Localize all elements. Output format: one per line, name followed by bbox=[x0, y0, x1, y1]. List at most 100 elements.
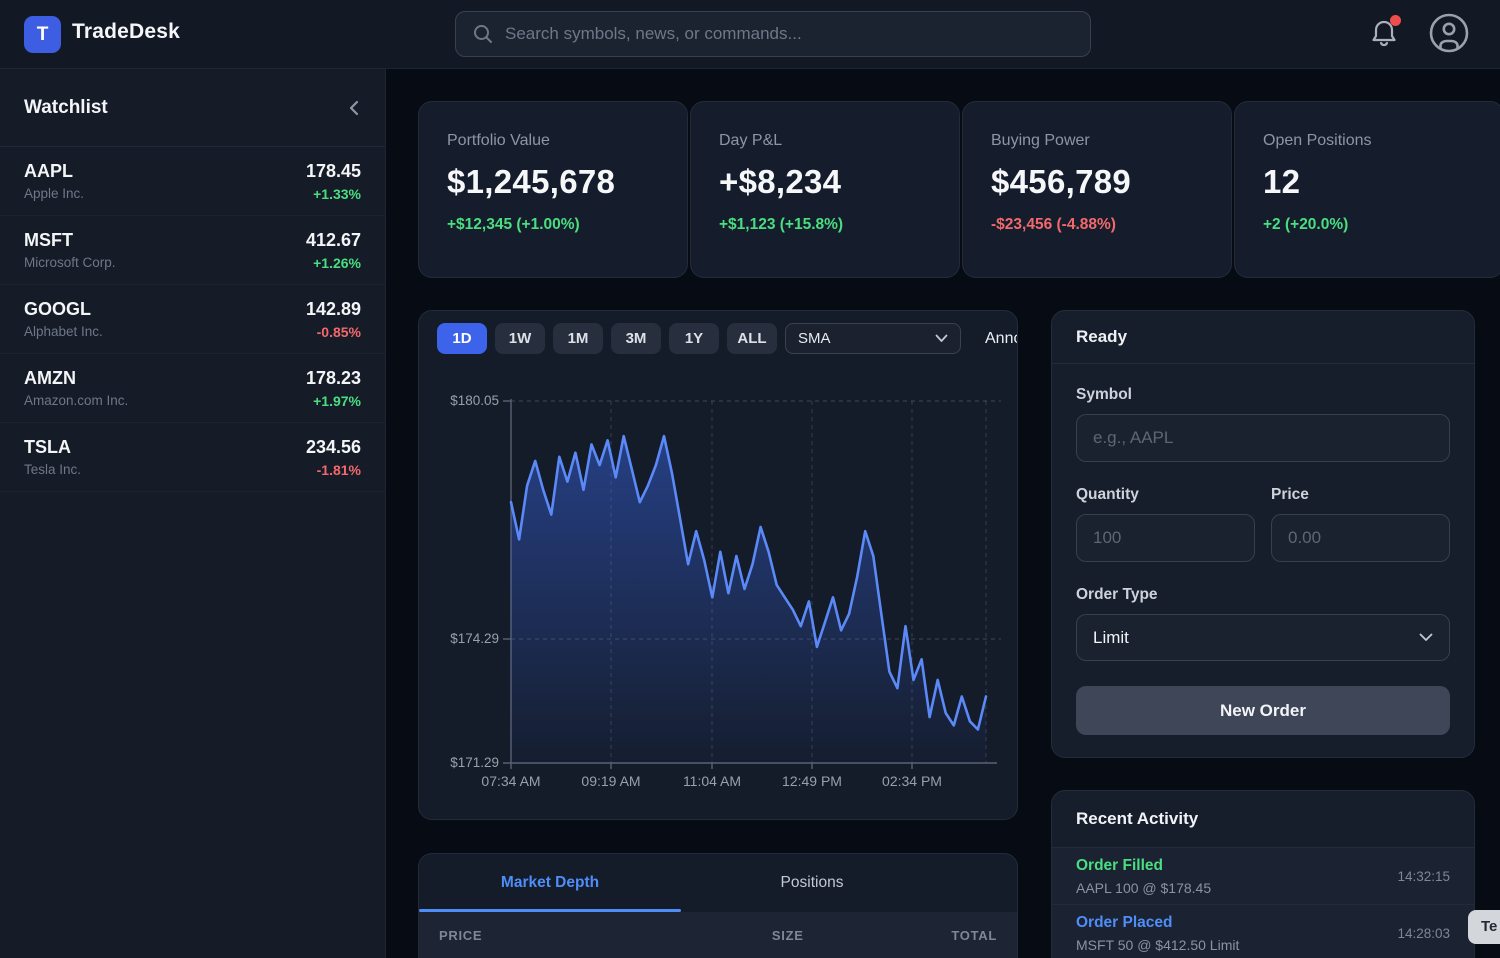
company-name: Microsoft Corp. bbox=[24, 255, 116, 270]
activity-row-order-placed[interactable]: Order Placed MSFT 50 @ $412.50 Limit 14:… bbox=[1052, 905, 1474, 958]
x-axis-tick-label: 09:19 AM bbox=[566, 773, 656, 789]
search-icon bbox=[472, 23, 494, 45]
activity-event-detail: MSFT 50 @ $412.50 Limit bbox=[1076, 937, 1239, 953]
ticker-change: +1.33% bbox=[306, 186, 361, 202]
company-name: Alphabet Inc. bbox=[24, 324, 103, 339]
stat-label: Open Positions bbox=[1263, 132, 1475, 150]
ticker-symbol: AAPL bbox=[24, 161, 84, 182]
ticker-symbol: TSLA bbox=[24, 437, 81, 458]
stat-label: Day P&L bbox=[719, 132, 931, 150]
company-name: Amazon.com Inc. bbox=[24, 393, 128, 408]
timeframe-button-1d[interactable]: 1D bbox=[437, 323, 487, 354]
ticker-change: +1.26% bbox=[306, 255, 361, 271]
collapse-sidebar-icon[interactable] bbox=[347, 99, 361, 117]
global-search[interactable] bbox=[455, 11, 1091, 57]
timeframe-button-all[interactable]: ALL bbox=[727, 323, 777, 354]
watchlist-row-aapl[interactable]: AAPL Apple Inc. 178.45 +1.33% bbox=[0, 147, 385, 216]
column-header-price: PRICE bbox=[439, 928, 718, 943]
ticker-price: 178.23 bbox=[306, 368, 361, 389]
stat-card-buying-power: Buying Power $456,789 -$23,456 (-4.88%) bbox=[962, 101, 1232, 278]
symbol-label: Symbol bbox=[1076, 386, 1450, 404]
order-type-selected-value: Limit bbox=[1093, 628, 1129, 648]
timeframe-button-3m[interactable]: 3M bbox=[611, 323, 661, 354]
order-status: Ready bbox=[1052, 311, 1474, 364]
activity-event-detail: AAPL 100 @ $178.45 bbox=[1076, 880, 1211, 896]
price-chart-card: 1D 1W 1M 3M 1Y ALL SMA Anno $180.05 $174… bbox=[418, 310, 1018, 820]
ticker-price: 178.45 bbox=[306, 161, 361, 182]
ticker-symbol: GOOGL bbox=[24, 299, 103, 320]
ticker-symbol: AMZN bbox=[24, 368, 128, 389]
watchlist-row-googl[interactable]: GOOGL Alphabet Inc. 142.89 -0.85% bbox=[0, 285, 385, 354]
quantity-input[interactable] bbox=[1076, 514, 1255, 562]
tab-positions[interactable]: Positions bbox=[681, 854, 943, 912]
price-input[interactable] bbox=[1271, 514, 1450, 562]
stat-value: 12 bbox=[1263, 163, 1475, 201]
column-header-size: SIZE bbox=[718, 928, 858, 943]
watchlist-sidebar: Watchlist AAPL Apple Inc. 178.45 +1.33% MS… bbox=[0, 69, 386, 958]
stat-value: +$8,234 bbox=[719, 163, 931, 201]
stat-card-open-positions: Open Positions 12 +2 (+20.0%) bbox=[1234, 101, 1500, 278]
recent-activity-title: Recent Activity bbox=[1052, 791, 1474, 848]
stat-card-portfolio-value: Portfolio Value $1,245,678 +$12,345 (+1.… bbox=[418, 101, 688, 278]
new-order-button[interactable]: New Order bbox=[1076, 686, 1450, 735]
app-title: TradeDesk bbox=[72, 20, 180, 44]
toast-notification[interactable]: Te bbox=[1468, 910, 1500, 944]
user-avatar-icon[interactable] bbox=[1428, 12, 1470, 54]
x-axis-tick-label: 12:49 PM bbox=[767, 773, 857, 789]
market-depth-card: Market Depth Positions PRICE SIZE TOTAL bbox=[418, 853, 1018, 958]
annotate-button[interactable]: Anno bbox=[985, 330, 1018, 348]
watchlist-title: Watchlist bbox=[24, 97, 108, 119]
activity-timestamp: 14:32:15 bbox=[1397, 869, 1450, 884]
ticker-change: -0.85% bbox=[306, 324, 361, 340]
activity-row-order-filled[interactable]: Order Filled AAPL 100 @ $178.45 14:32:15 bbox=[1052, 848, 1474, 905]
order-type-select[interactable]: Limit bbox=[1076, 614, 1450, 661]
stat-label: Buying Power bbox=[991, 132, 1203, 150]
watchlist-row-msft[interactable]: MSFT Microsoft Corp. 412.67 +1.26% bbox=[0, 216, 385, 285]
watchlist-row-amzn[interactable]: AMZNAmazon.com Inc. 178.23+1.97% bbox=[0, 354, 385, 423]
tradedesk-app: T TradeDesk Watchlist AAPL Apple Inc. 178… bbox=[0, 0, 1500, 958]
stat-value: $1,245,678 bbox=[447, 163, 659, 201]
ticker-symbol: MSFT bbox=[24, 230, 116, 251]
notification-badge-dot bbox=[1390, 15, 1401, 26]
tab-market-depth[interactable]: Market Depth bbox=[419, 854, 681, 912]
quantity-label: Quantity bbox=[1076, 486, 1255, 504]
depth-table-header: PRICE SIZE TOTAL bbox=[419, 912, 1017, 958]
recent-activity-card: Recent Activity Order Filled AAPL 100 @ … bbox=[1051, 790, 1475, 958]
column-header-total: TOTAL bbox=[858, 928, 998, 943]
stat-change: +2 (+20.0%) bbox=[1263, 216, 1475, 234]
activity-event-title: Order Placed bbox=[1076, 914, 1239, 932]
indicator-select[interactable]: SMA bbox=[785, 323, 961, 354]
search-input[interactable] bbox=[505, 24, 1074, 44]
activity-timestamp: 14:28:03 bbox=[1397, 926, 1450, 941]
timeframe-button-1y[interactable]: 1Y bbox=[669, 323, 719, 354]
ticker-price: 234.56 bbox=[306, 437, 361, 458]
logo-letter: T bbox=[37, 24, 49, 46]
order-type-label: Order Type bbox=[1076, 586, 1450, 604]
stat-card-day-pnl: Day P&L +$8,234 +$1,123 (+15.8%) bbox=[690, 101, 960, 278]
order-entry-panel: Ready Symbol Quantity Price Order Type L… bbox=[1051, 310, 1475, 758]
stat-label: Portfolio Value bbox=[447, 132, 659, 150]
chevron-down-icon bbox=[935, 334, 948, 343]
x-axis-tick-label: 02:34 PM bbox=[867, 773, 957, 789]
company-name: Tesla Inc. bbox=[24, 462, 81, 477]
symbol-input[interactable] bbox=[1076, 414, 1450, 462]
timeframe-button-1w[interactable]: 1W bbox=[495, 323, 545, 354]
timeframe-button-1m[interactable]: 1M bbox=[553, 323, 603, 354]
company-name: Apple Inc. bbox=[24, 186, 84, 201]
watchlist-header: Watchlist bbox=[0, 69, 385, 147]
watchlist-row-tsla[interactable]: TSLA Tesla Inc. 234.56 -1.81% bbox=[0, 423, 385, 492]
ticker-change: -1.81% bbox=[306, 462, 361, 478]
price-label: Price bbox=[1271, 486, 1450, 504]
ticker-price: 142.89 bbox=[306, 299, 361, 320]
x-axis-tick-label: 11:04 AM bbox=[667, 773, 757, 789]
x-axis-tick-label: 07:34 AM bbox=[466, 773, 556, 789]
app-logo: T bbox=[24, 16, 61, 53]
ticker-price: 412.67 bbox=[306, 230, 361, 251]
stat-change: -$23,456 (-4.88%) bbox=[991, 216, 1203, 234]
chevron-down-icon bbox=[1419, 633, 1433, 642]
stat-change: +$1,123 (+15.8%) bbox=[719, 216, 931, 234]
chart-toolbar: 1D 1W 1M 3M 1Y ALL SMA Anno bbox=[437, 323, 1018, 354]
stat-value: $456,789 bbox=[991, 163, 1203, 201]
price-area-chart[interactable] bbox=[419, 371, 1018, 820]
bottom-panel-tabs: Market Depth Positions bbox=[419, 854, 1017, 912]
